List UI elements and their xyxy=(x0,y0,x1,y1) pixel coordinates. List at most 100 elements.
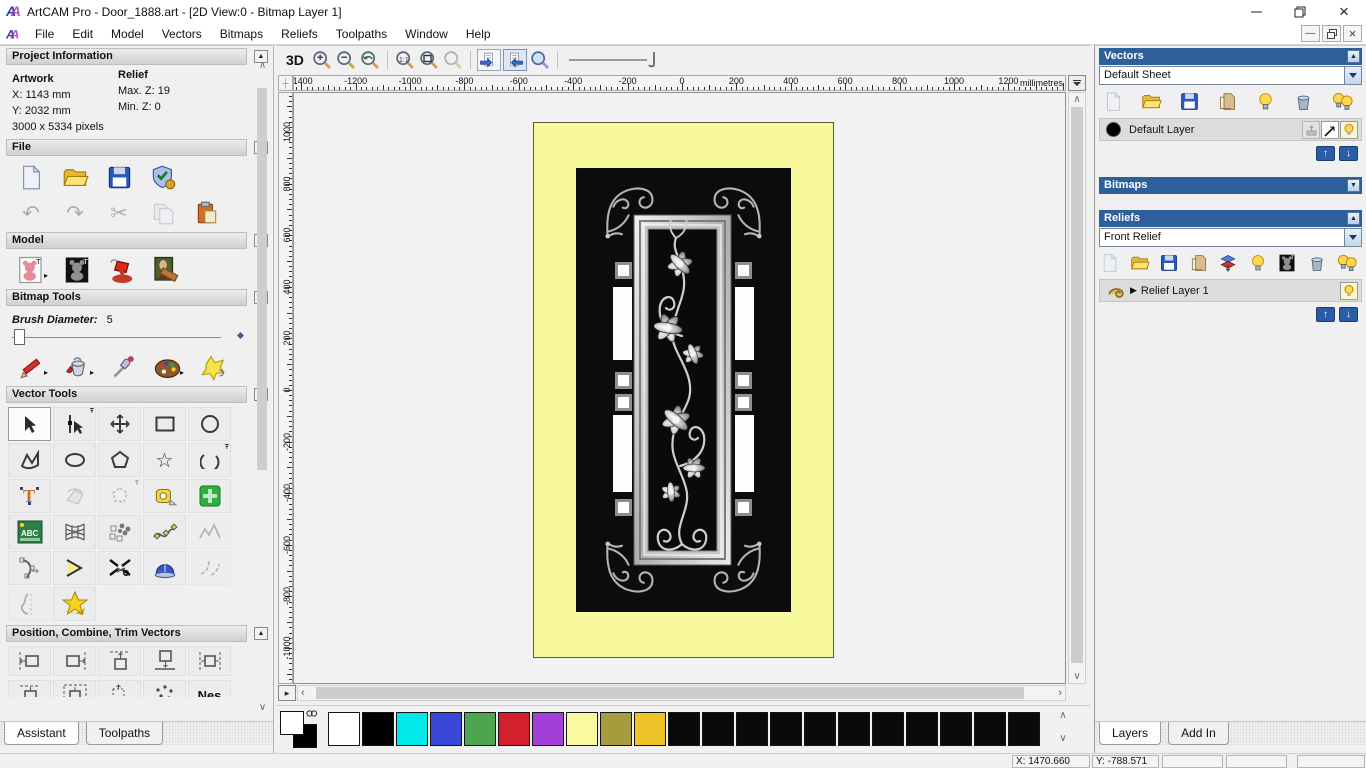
profile-tool[interactable] xyxy=(8,587,51,621)
menu-item-model[interactable]: Model xyxy=(102,24,153,44)
texture-relief-icon[interactable] xyxy=(148,255,182,285)
tab-assistant[interactable]: Assistant xyxy=(4,722,79,745)
align-left-tool[interactable] xyxy=(8,646,51,676)
menu-item-file[interactable]: File xyxy=(26,24,63,44)
toggle-vector-visibility-button[interactable] xyxy=(503,49,527,71)
pan-mode-button[interactable]: ▸ xyxy=(278,685,296,701)
save-model-icon[interactable] xyxy=(102,162,136,192)
palette-swatch-1[interactable] xyxy=(362,712,394,746)
align-centre-in-page-tool[interactable] xyxy=(53,680,96,697)
brush-diameter-slider[interactable] xyxy=(12,328,261,348)
move-layer-up-button[interactable]: ↑ xyxy=(1316,146,1335,161)
create-polyline-tool[interactable] xyxy=(8,443,51,477)
palette-swatch-4[interactable] xyxy=(464,712,496,746)
toggle-relief-visibility-icon[interactable] xyxy=(1248,253,1268,273)
palette-swatch-13[interactable] xyxy=(770,712,802,746)
menu-item-reliefs[interactable]: Reliefs xyxy=(272,24,327,44)
select-vectors-tool[interactable] xyxy=(8,407,51,441)
relief-select[interactable]: Front Relief xyxy=(1099,228,1362,247)
scatter-vectors-tool[interactable] xyxy=(143,680,186,697)
zoom-in-icon[interactable] xyxy=(310,49,334,71)
scrollbar-thumb[interactable] xyxy=(257,88,267,470)
paste-in-position-tool[interactable] xyxy=(98,680,141,697)
ruler-units-dropdown[interactable] xyxy=(1068,75,1086,91)
palette-swatch-7[interactable] xyxy=(566,712,598,746)
zoom-to-drawing-icon[interactable] xyxy=(441,49,465,71)
wrap-text-tool[interactable] xyxy=(53,479,96,513)
create-rectangle-tool[interactable] xyxy=(143,407,186,441)
pick-colour-icon[interactable] xyxy=(106,352,140,382)
menu-item-help[interactable]: Help xyxy=(457,24,500,44)
palette-swatch-18[interactable] xyxy=(940,712,972,746)
mdi-close-button[interactable]: × xyxy=(1343,25,1362,42)
fit-arcs-tool[interactable] xyxy=(8,551,51,585)
palette-scroll-down-icon[interactable]: ∨ xyxy=(1054,733,1072,744)
lighting-setup-icon[interactable] xyxy=(104,255,138,285)
align-bottom-tool[interactable] xyxy=(143,646,186,676)
zoom-previous-icon[interactable] xyxy=(358,49,382,71)
restore-button[interactable] xyxy=(1278,0,1322,23)
toggle-all-layers-icon[interactable] xyxy=(1331,90,1354,113)
layer-visibility-button[interactable] xyxy=(1340,121,1358,139)
palette-swatch-0[interactable] xyxy=(328,712,360,746)
vector-layer-row[interactable]: Default Layer xyxy=(1099,118,1362,141)
create-text-tool[interactable]: T xyxy=(8,479,51,513)
zoom-out-icon[interactable] xyxy=(334,49,358,71)
zoom-to-object-icon[interactable] xyxy=(417,49,441,71)
delete-relief-layer-icon[interactable] xyxy=(1307,253,1327,273)
palette-swatch-16[interactable] xyxy=(872,712,904,746)
collapse-vectors-panel-button[interactable]: ▲ xyxy=(1347,50,1360,63)
expand-relief-layer-icon[interactable]: ▶ xyxy=(1130,285,1137,296)
align-right-tool[interactable] xyxy=(53,646,96,676)
paste-icon[interactable] xyxy=(146,198,180,228)
scroll-right-icon[interactable]: › xyxy=(1058,687,1062,699)
save-relief-layer-icon[interactable] xyxy=(1159,253,1179,273)
create-ellipse-tool[interactable] xyxy=(53,443,96,477)
menu-item-edit[interactable]: Edit xyxy=(63,24,102,44)
view-3d-button[interactable]: 3D xyxy=(284,52,310,68)
scroll-down-icon[interactable]: ∨ xyxy=(254,702,271,713)
relief-visibility-button[interactable] xyxy=(1340,282,1358,300)
primary-colour-swatch[interactable] xyxy=(280,711,304,735)
relief-opacity-slider[interactable] xyxy=(569,50,661,70)
mdi-restore-button[interactable] xyxy=(1322,25,1341,42)
redo-icon[interactable]: ↷ xyxy=(58,198,92,228)
paint-brush-icon[interactable] xyxy=(14,352,48,382)
create-text-block-tool[interactable]: ABC xyxy=(8,515,51,549)
move-layer-down-button[interactable]: ↓ xyxy=(1339,146,1358,161)
layer-colour-swatch[interactable] xyxy=(1106,122,1121,137)
palette-swatch-11[interactable] xyxy=(702,712,734,746)
slider-handle-icon[interactable] xyxy=(647,50,661,70)
merge-relief-layers-icon[interactable] xyxy=(1189,253,1209,273)
menu-item-bitmaps[interactable]: Bitmaps xyxy=(211,24,272,44)
free-fillet-tool[interactable] xyxy=(188,551,231,585)
center-horizontal-tool[interactable] xyxy=(188,646,231,676)
toggle-bitmap-visibility-button[interactable] xyxy=(477,49,501,71)
palette-scroll-up-icon[interactable]: ∧ xyxy=(1054,710,1072,721)
block-paste-tool[interactable] xyxy=(98,515,141,549)
envelope-distortion-tool[interactable] xyxy=(53,515,96,549)
scrollbar-thumb[interactable] xyxy=(316,687,1024,699)
preview-relief-icon[interactable] xyxy=(528,49,552,71)
zoom-1to1-icon[interactable]: 1:1 xyxy=(393,49,417,71)
fit-vectors-to-curves-tool[interactable] xyxy=(188,515,231,549)
create-circle-tool[interactable] xyxy=(188,407,231,441)
align-centre-tool[interactable] xyxy=(8,680,51,697)
ruler-origin-button[interactable]: ┼ xyxy=(278,75,293,91)
close-button[interactable]: × xyxy=(1322,0,1366,23)
greyscale-preview-icon[interactable] xyxy=(1277,253,1297,273)
assistant-scrollbar[interactable]: ∧ ∨ xyxy=(254,60,271,713)
new-model-icon[interactable] xyxy=(14,162,48,192)
relief-layer-row[interactable]: ▶ Relief Layer 1 xyxy=(1099,279,1362,302)
tab-add-in[interactable]: Add In xyxy=(1168,722,1229,745)
merge-layer-button[interactable] xyxy=(1302,121,1320,139)
scrollbar-thumb[interactable] xyxy=(1071,107,1083,663)
menu-item-vectors[interactable]: Vectors xyxy=(153,24,211,44)
sheet-select[interactable]: Default Sheet xyxy=(1099,66,1362,85)
align-top-tool[interactable] xyxy=(98,646,141,676)
save-vector-layer-icon[interactable] xyxy=(1179,91,1200,112)
toggle-layer-visibility-icon[interactable] xyxy=(1255,91,1276,112)
nesting-tool[interactable]: Nes xyxy=(188,680,231,697)
move-relief-up-button[interactable]: ↑ xyxy=(1316,307,1335,322)
menu-item-window[interactable]: Window xyxy=(396,24,457,44)
